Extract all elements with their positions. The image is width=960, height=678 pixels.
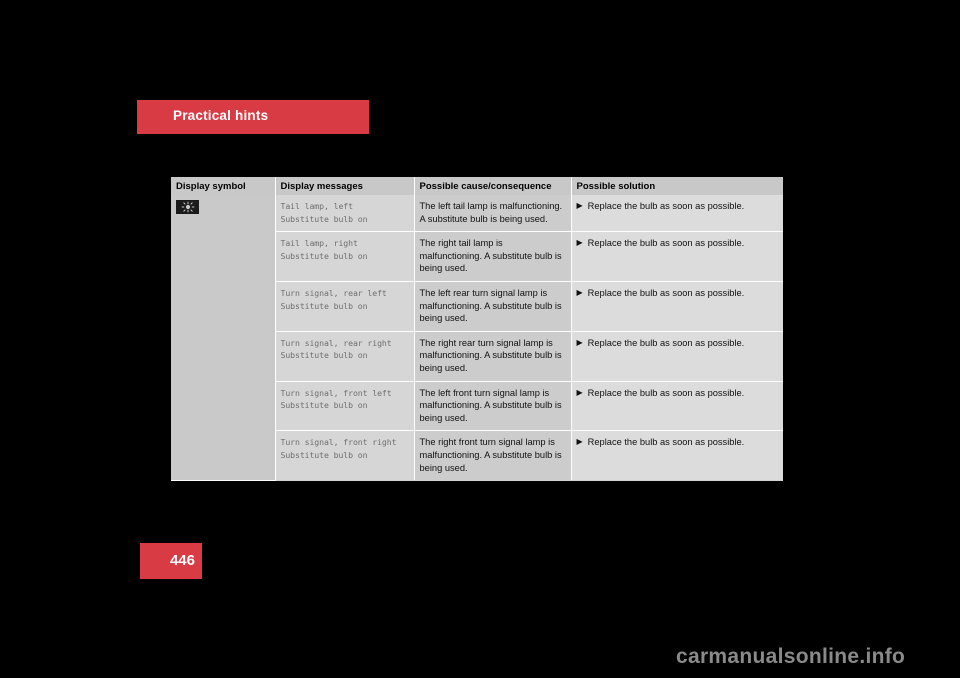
table-row: Tail lamp, left Substitute bulb on The l… — [171, 195, 783, 481]
cause-text: The right tail lamp is malfunctioning. A… — [419, 238, 562, 274]
cause-text: The right front turn signal lamp is malf… — [419, 437, 562, 473]
table-header-row: Display symbol Display messages Possible… — [171, 177, 783, 195]
lamp-bulb-indicator-icon — [176, 200, 199, 214]
display-message-cell: Turn signal, front right Substitute bulb… — [275, 430, 415, 481]
message-line: Substitute bulb on — [280, 350, 368, 361]
triangle-bullet-icon: ▶ — [576, 287, 583, 297]
chapter-title: Practical hints — [173, 108, 269, 123]
site-watermark: carmanualsonline.info — [676, 645, 906, 668]
page-number-box: 446 — [140, 543, 202, 579]
manual-page: Practical hints Display symbol Display m… — [0, 0, 960, 678]
message-line: Tail lamp, left — [280, 201, 354, 211]
display-symbol-cell — [171, 195, 276, 481]
solution-text: Replace the bulb as soon as possible. — [587, 387, 745, 398]
cause-text: The left rear turn signal lamp is malfun… — [419, 287, 562, 324]
display-messages-table: Display symbol Display messages Possible… — [171, 177, 783, 481]
solution-text: Replace the bulb as soon as possible. — [587, 287, 745, 298]
column-header-display-messages: Display messages — [275, 177, 415, 195]
possible-solution-cell: ▶ Replace the bulb as soon as possible. — [571, 331, 783, 382]
message-line: Turn signal, front left — [280, 387, 392, 398]
triangle-bullet-icon: ▶ — [576, 387, 583, 397]
message-line: Turn signal, rear right — [280, 337, 392, 348]
solution-text: Replace the bulb as soon as possible. — [587, 238, 745, 249]
triangle-bullet-icon: ▶ — [576, 337, 583, 347]
possible-solution-cell: ▶ Replace the bulb as soon as possible. — [571, 195, 783, 233]
message-line: Substitute bulb on — [280, 449, 368, 460]
cause-text: The left front turn signal lamp is malfu… — [419, 387, 562, 423]
cause-text: The left tail lamp is malfunctioning. A … — [419, 201, 563, 224]
solution-text: Replace the bulb as soon as possible. — [587, 437, 745, 448]
solution-text: Replace the bulb as soon as possible. — [587, 201, 745, 211]
message-line: Substitute bulb on — [280, 300, 368, 311]
possible-cause-cell: The right rear turn signal lamp is malfu… — [414, 331, 572, 382]
possible-cause-cell: The left rear turn signal lamp is malfun… — [414, 281, 572, 332]
message-line: Substitute bulb on — [280, 400, 368, 411]
column-header-possible-solution: Possible solution — [571, 177, 783, 195]
display-message-cell: Tail lamp, left Substitute bulb on — [275, 195, 415, 233]
chapter-banner: Practical hints — [137, 100, 369, 134]
display-message-cell: Turn signal, front left Substitute bulb … — [275, 381, 415, 432]
message-line: Substitute bulb on — [280, 213, 368, 224]
possible-solution-cell: ▶ Replace the bulb as soon as possible. — [571, 430, 783, 481]
message-line: Turn signal, rear left — [280, 287, 387, 298]
display-message-cell: Tail lamp, right Substitute bulb on — [275, 231, 415, 282]
possible-solution-cell: ▶ Replace the bulb as soon as possible. — [571, 381, 783, 432]
display-message-cell: Turn signal, rear right Substitute bulb … — [275, 331, 415, 382]
triangle-bullet-icon: ▶ — [576, 201, 583, 210]
message-line: Turn signal, front right — [280, 437, 397, 448]
possible-cause-cell: The right tail lamp is malfunctioning. A… — [414, 231, 572, 282]
possible-solution-cell: ▶ Replace the bulb as soon as possible. — [571, 231, 783, 282]
possible-cause-cell: The left front turn signal lamp is malfu… — [414, 381, 572, 432]
triangle-bullet-icon: ▶ — [576, 437, 583, 447]
column-header-possible-cause: Possible cause/consequence — [414, 177, 572, 195]
possible-cause-cell: The left tail lamp is malfunctioning. A … — [414, 195, 572, 233]
message-line: Substitute bulb on — [280, 250, 368, 261]
possible-solution-cell: ▶ Replace the bulb as soon as possible. — [571, 281, 783, 332]
triangle-bullet-icon: ▶ — [576, 238, 583, 248]
possible-cause-cell: The right front turn signal lamp is malf… — [414, 430, 572, 481]
page-number: 446 — [169, 552, 195, 569]
display-message-cell: Turn signal, rear left Substitute bulb o… — [275, 281, 415, 332]
cause-text: The right rear turn signal lamp is malfu… — [419, 337, 562, 373]
table-body: Tail lamp, left Substitute bulb on The l… — [171, 195, 783, 481]
message-line: Tail lamp, right — [280, 238, 358, 249]
solution-text: Replace the bulb as soon as possible. — [587, 337, 745, 348]
column-header-display-symbol: Display symbol — [171, 177, 276, 195]
